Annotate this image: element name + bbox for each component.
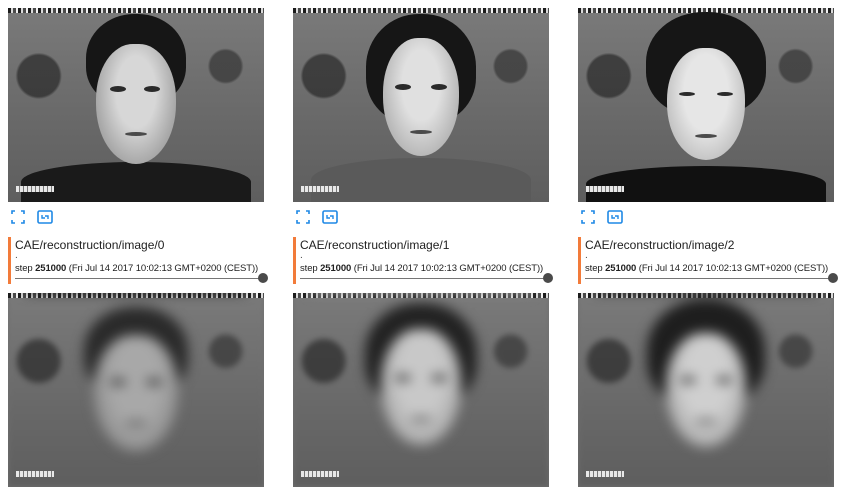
fit-to-screen-icon[interactable] bbox=[295, 209, 311, 225]
fit-to-screen-icon[interactable] bbox=[580, 209, 596, 225]
input-image bbox=[293, 8, 549, 202]
step-value: 251000 bbox=[605, 263, 637, 274]
reconstruction-image bbox=[578, 293, 834, 487]
image-card-1: CAE/reconstruction/image/1 . step 251000… bbox=[293, 0, 553, 492]
step-value: 251000 bbox=[320, 263, 352, 274]
step-slider[interactable] bbox=[585, 278, 833, 279]
fit-to-screen-icon[interactable] bbox=[10, 209, 26, 225]
image-metadata: CAE/reconstruction/image/2 . step 251000… bbox=[578, 237, 838, 284]
reconstruction-image bbox=[293, 293, 549, 487]
metadata-dot: . bbox=[300, 250, 303, 261]
step-info: step 251000 (Fri Jul 14 2017 10:02:13 GM… bbox=[585, 263, 829, 274]
step-slider[interactable] bbox=[300, 278, 548, 279]
expand-image-icon[interactable] bbox=[322, 209, 338, 225]
image-metadata: CAE/reconstruction/image/0 . step 251000… bbox=[8, 237, 268, 284]
expand-image-icon[interactable] bbox=[37, 209, 53, 225]
image-metadata: CAE/reconstruction/image/1 . step 251000… bbox=[293, 237, 553, 284]
step-slider-knob[interactable] bbox=[258, 273, 268, 283]
input-image bbox=[8, 8, 264, 202]
step-time: (Fri Jul 14 2017 10:02:13 GMT+0200 (CEST… bbox=[353, 263, 544, 274]
step-info: step 251000 (Fri Jul 14 2017 10:02:13 GM… bbox=[15, 263, 259, 274]
image-tag-title: CAE/reconstruction/image/2 bbox=[585, 238, 735, 252]
image-tag-title: CAE/reconstruction/image/0 bbox=[15, 238, 165, 252]
step-value: 251000 bbox=[35, 263, 67, 274]
step-slider-knob[interactable] bbox=[828, 273, 838, 283]
expand-image-icon[interactable] bbox=[607, 209, 623, 225]
image-tag-title: CAE/reconstruction/image/1 bbox=[300, 238, 450, 252]
metadata-dot: . bbox=[585, 250, 588, 261]
image-card-0: CAE/reconstruction/image/0 . step 251000… bbox=[8, 0, 268, 492]
input-image bbox=[578, 8, 834, 202]
step-time: (Fri Jul 14 2017 10:02:13 GMT+0200 (CEST… bbox=[68, 263, 259, 274]
step-info: step 251000 (Fri Jul 14 2017 10:02:13 GM… bbox=[300, 263, 544, 274]
metadata-dot: . bbox=[15, 250, 18, 261]
step-slider[interactable] bbox=[15, 278, 263, 279]
reconstruction-image bbox=[8, 293, 264, 487]
step-time: (Fri Jul 14 2017 10:02:13 GMT+0200 (CEST… bbox=[638, 263, 829, 274]
step-slider-knob[interactable] bbox=[543, 273, 553, 283]
image-card-2: CAE/reconstruction/image/2 . step 251000… bbox=[578, 0, 838, 492]
